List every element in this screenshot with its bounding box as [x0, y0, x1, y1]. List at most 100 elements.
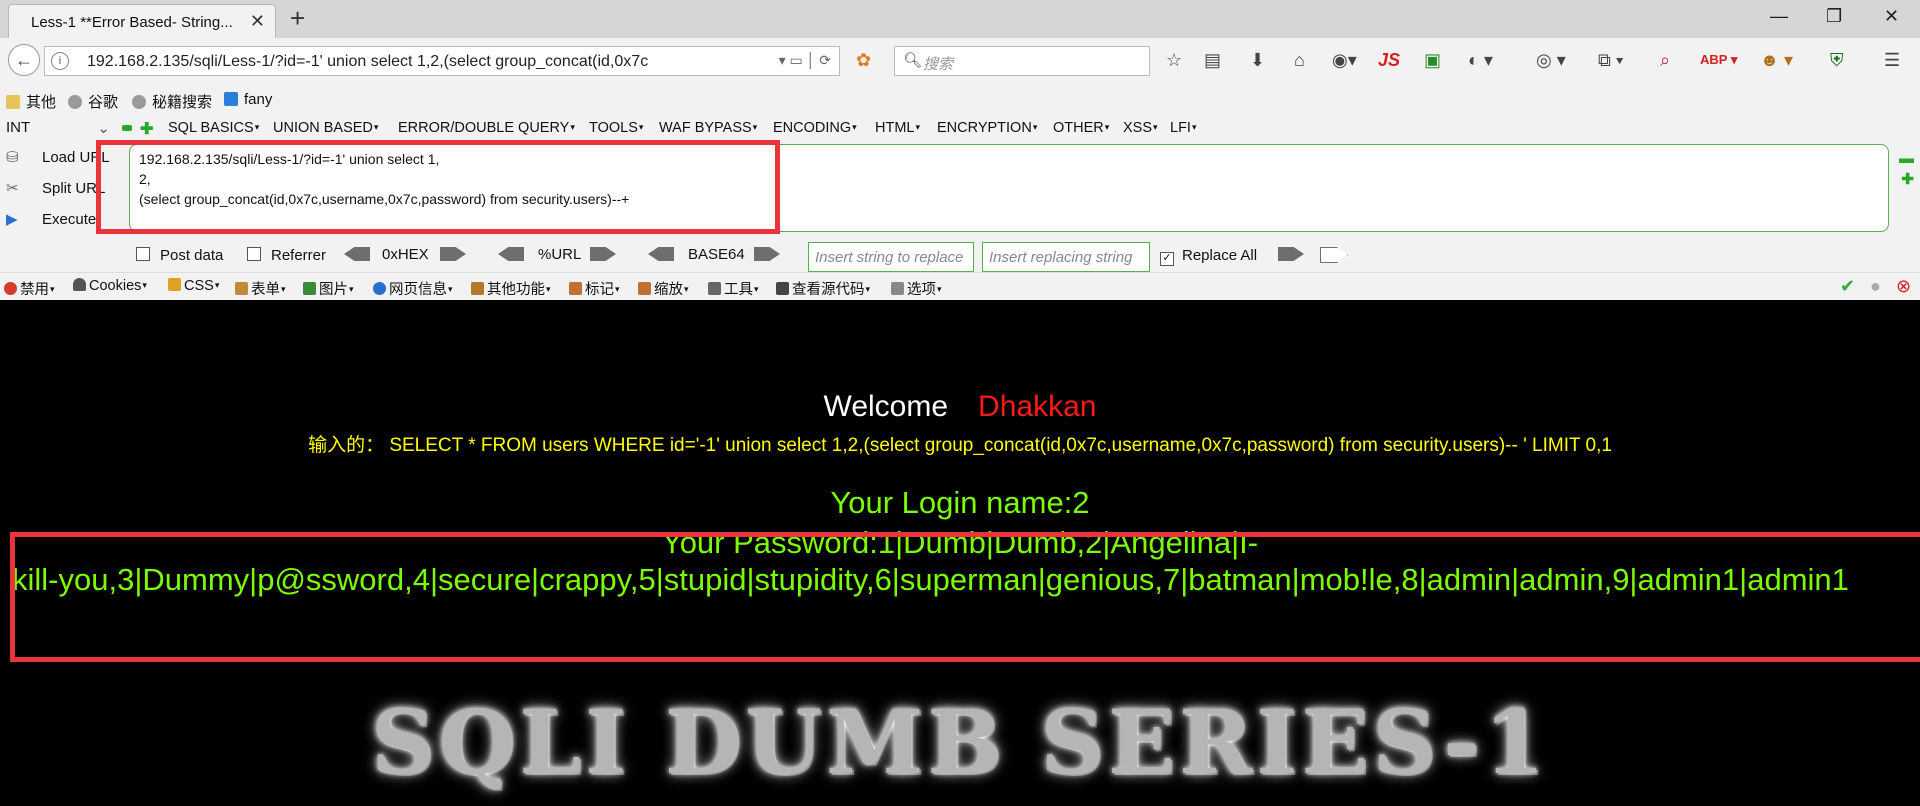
restore-button[interactable]: ❐: [1826, 6, 1842, 27]
hex-label: 0xHEX: [382, 246, 429, 263]
menu-union-based[interactable]: UNION BASED: [273, 120, 378, 136]
options-icon: [891, 282, 904, 295]
minus-icon[interactable]: [122, 125, 132, 131]
toolbar-resize[interactable]: 缩放: [638, 278, 689, 299]
menu-lfi[interactable]: LFI: [1170, 120, 1196, 136]
replace-all-arrow-icon[interactable]: [1320, 247, 1348, 263]
menu-tools[interactable]: TOOLS: [589, 120, 643, 136]
toolbar-outline[interactable]: 标记: [569, 278, 620, 299]
base64-label: BASE64: [688, 246, 745, 263]
arrow-left-icon: ←: [15, 50, 33, 70]
base64-decode-arrow-icon[interactable]: [648, 247, 674, 261]
menu-encryption[interactable]: ENCRYPTION: [937, 120, 1037, 136]
toolbar-view-source[interactable]: 查看源代码: [776, 278, 870, 299]
toolbar-css[interactable]: CSS: [168, 278, 219, 294]
folder-icon: [6, 95, 20, 109]
adblock-icon[interactable]: ABP ▾: [1700, 52, 1737, 68]
toolbar-misc[interactable]: 其他功能: [471, 278, 551, 299]
welcome-name: Dhakkan: [978, 390, 1097, 423]
select-value: INT: [6, 119, 31, 136]
toolbar-forms[interactable]: 表单: [235, 278, 286, 299]
toolbar-page-info[interactable]: 网页信息: [373, 278, 453, 299]
toolbar-tools[interactable]: 工具: [708, 278, 759, 299]
layers-icon[interactable]: ◎ ▾: [1536, 50, 1566, 71]
hackbar-type-select[interactable]: INT ⌄: [6, 119, 110, 137]
replace-arrow-icon[interactable]: [1278, 247, 1304, 261]
split-url-button[interactable]: ✂ Split URL: [6, 179, 105, 197]
plus-icon[interactable]: ✚: [140, 119, 153, 139]
toolbar-label: 缩放: [654, 282, 683, 298]
execute-button[interactable]: ▶ Execute: [6, 210, 96, 228]
home-icon[interactable]: ⌂: [1294, 50, 1305, 71]
checkbox-icon: [136, 247, 150, 261]
replace-all-label: Replace All: [1182, 247, 1258, 264]
check-icon: ✔: [1840, 276, 1856, 296]
bookmark-folder-other[interactable]: 其他: [6, 91, 56, 112]
back-button[interactable]: ←: [8, 44, 40, 76]
js-icon[interactable]: JS: [1378, 50, 1400, 71]
greasemonkey-icon[interactable]: ☻ ▾: [1760, 50, 1793, 71]
menu-error-double-query[interactable]: ERROR/DOUBLE QUERY: [398, 120, 575, 136]
search-bar[interactable]: 🔍︎ 搜索: [894, 46, 1150, 76]
replacing-string-input[interactable]: Insert replacing string: [982, 242, 1150, 272]
url-encode-arrow-icon[interactable]: [590, 247, 616, 261]
expand-icon[interactable]: ✚: [1901, 170, 1914, 188]
hackbar-menu: INT ⌄ ✚ SQL BASICS UNION BASED ERROR/DOU…: [0, 116, 1920, 142]
load-url-button[interactable]: ⛁ Load URL: [6, 148, 110, 166]
toolbar-disable[interactable]: 禁用: [4, 278, 55, 299]
bookmark-google[interactable]: 谷歌: [68, 91, 118, 112]
post-data-checkbox[interactable]: Post data: [136, 247, 223, 264]
insert-string-input[interactable]: Insert string to replace: [808, 242, 974, 272]
referrer-checkbox[interactable]: Referrer: [247, 247, 326, 264]
download-icon[interactable]: ⬇: [1250, 50, 1265, 71]
menu-other[interactable]: OTHER: [1053, 120, 1109, 136]
info-icon: [373, 282, 386, 295]
bookmark-secret-search[interactable]: 秘籍搜索: [132, 91, 212, 112]
form-icon: [235, 282, 248, 295]
collapse-icon[interactable]: ▬: [1899, 150, 1914, 167]
chevron-down-icon: ⌄: [97, 120, 110, 137]
new-tab-button[interactable]: +: [290, 5, 305, 31]
base64-encode-arrow-icon[interactable]: [754, 247, 780, 261]
menu-sql-basics[interactable]: SQL BASICS: [168, 120, 259, 136]
browser-chrome: Less-1 **Error Based- String... ✕ + — ❐ …: [0, 0, 1920, 300]
menu-html[interactable]: HTML: [875, 120, 920, 136]
hex-encode-arrow-icon[interactable]: [440, 247, 466, 261]
tab-close-icon[interactable]: ✕: [250, 11, 265, 32]
user-icon: [73, 278, 86, 291]
toolbar-label: 网页信息: [389, 282, 447, 298]
toolbar-images[interactable]: 图片: [303, 278, 354, 299]
toolbar-label: 选项: [907, 282, 936, 298]
toolbar-label: CSS: [184, 278, 214, 294]
reading-list-icon[interactable]: ▤: [1204, 50, 1221, 71]
menu-encoding[interactable]: ENCODING: [773, 120, 857, 136]
image-addon-icon[interactable]: ▣: [1424, 50, 1441, 71]
toolbar-options[interactable]: 选项: [891, 278, 942, 299]
menu-waf-bypass[interactable]: WAF BYPASS: [659, 120, 757, 136]
minimize-button[interactable]: —: [1770, 6, 1788, 27]
nav-bar: ← i 192.168.2.135/sqli/Less-1/?id=-1' un…: [0, 40, 1920, 84]
sidebar-icon[interactable]: ⧉ ▾: [1598, 50, 1623, 71]
shield-icon[interactable]: ⛨: [1830, 50, 1844, 71]
url-decode-arrow-icon[interactable]: [498, 247, 524, 261]
hex-decode-arrow-icon[interactable]: [344, 247, 370, 261]
globe-icon[interactable]: ◉▾: [1332, 50, 1357, 71]
url-bar[interactable]: i 192.168.2.135/sqli/Less-1/?id=-1' unio…: [44, 46, 840, 76]
addon-fox-icon[interactable]: ✿: [856, 50, 871, 71]
menu-xss[interactable]: XSS: [1123, 120, 1158, 136]
close-window-button[interactable]: ✕: [1884, 6, 1899, 27]
replace-all-checkbox[interactable]: ✓ Replace All: [1160, 247, 1257, 266]
menu-icon[interactable]: ☰: [1884, 50, 1900, 71]
info-icon[interactable]: i: [51, 52, 69, 70]
search-placeholder: 搜索: [923, 56, 954, 73]
bookmark-fany[interactable]: fany: [224, 91, 272, 108]
palette-icon[interactable]: ◐ ▾: [1468, 50, 1493, 71]
star-icon[interactable]: ☆: [1166, 50, 1182, 71]
tab-active[interactable]: Less-1 **Error Based- String... ✕: [8, 4, 276, 38]
scissors-icon: ✂: [6, 180, 19, 197]
login-name: Your Login name:2: [830, 485, 1090, 520]
url-text[interactable]: 192.168.2.135/sqli/Less-1/?id=-1' union …: [87, 53, 787, 71]
toolbar-cookies[interactable]: Cookies: [73, 278, 147, 294]
magnify-icon[interactable]: ⌕: [1660, 50, 1670, 71]
toolbar-label: 工具: [724, 282, 753, 298]
